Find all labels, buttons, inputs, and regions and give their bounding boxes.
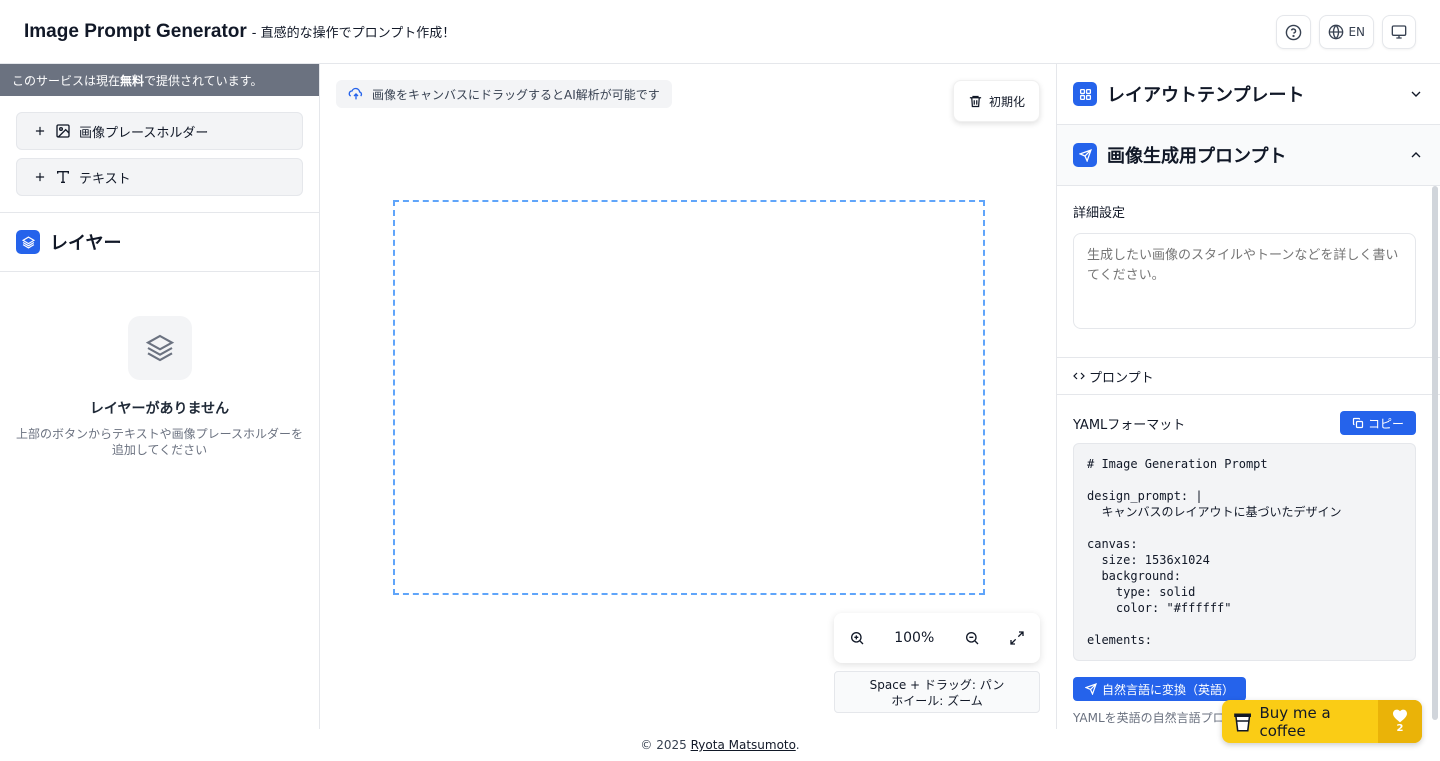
canvas-area: 画像をキャンバスにドラッグするとAI解析が可能です 初期化 100% Space… xyxy=(320,64,1056,729)
plus-icon xyxy=(35,172,45,182)
chevron-up-icon xyxy=(1411,152,1421,158)
layers-icon xyxy=(16,230,40,254)
plus-icon xyxy=(35,126,45,136)
fit-screen-icon[interactable] xyxy=(1009,630,1025,646)
image-prompt-title: 画像生成用プロンプト xyxy=(1107,146,1287,167)
yaml-header: YAMLフォーマット コピー xyxy=(1057,395,1440,435)
buy-me-a-coffee-button[interactable]: Buy me a coffee 2 xyxy=(1222,700,1422,743)
layout-template-title: レイアウトテンプレート xyxy=(1107,85,1305,106)
empty-title: レイヤーがありません xyxy=(89,401,230,417)
author-link[interactable]: Ryota Matsumoto xyxy=(691,738,796,752)
reset-button[interactable]: 初期化 xyxy=(952,80,1040,122)
cloud-upload-icon xyxy=(348,87,363,100)
drag-hint-text: 画像をキャンバスにドラッグするとAI解析が可能です xyxy=(372,87,660,102)
add-image-placeholder-button[interactable]: 画像プレースホルダー xyxy=(16,112,303,150)
display-button[interactable] xyxy=(1382,15,1416,49)
add-text-label: テキスト xyxy=(79,171,131,187)
image-prompt-header[interactable]: 画像生成用プロンプト xyxy=(1057,125,1440,186)
left-sidebar: このサービスは現在 無料 で提供されています。 画像プレースホルダー テキスト レイ… xyxy=(0,64,320,729)
zoom-level: 100% xyxy=(894,630,935,646)
navigation-help: Space + ドラッグ: パン ホイール: ズーム xyxy=(834,671,1040,713)
globe-icon xyxy=(1329,24,1344,40)
detail-settings: 詳細設定 xyxy=(1057,186,1440,349)
send-icon xyxy=(1085,683,1097,695)
layout-template-header[interactable]: レイアウトテンプレート xyxy=(1057,64,1440,125)
copy-button[interactable]: コピー xyxy=(1339,411,1416,435)
copy-icon xyxy=(1352,417,1364,429)
heart-icon xyxy=(1393,709,1407,723)
zoom-help: ホイール: ズーム xyxy=(891,694,983,708)
header-actions: EN xyxy=(1276,15,1416,49)
supporter-count: 2 xyxy=(1396,723,1404,734)
reset-label: 初期化 xyxy=(988,94,1025,109)
chevron-down-icon xyxy=(1411,91,1421,97)
app-subtitle: - 直感的な操作でプロンプト作成！ xyxy=(251,26,456,41)
yaml-code-block: # Image Generation Prompt design_prompt:… xyxy=(1073,443,1416,661)
trash-icon xyxy=(969,95,982,107)
detail-settings-input[interactable] xyxy=(1073,233,1416,329)
free-notice: このサービスは現在 無料 で提供されています。 xyxy=(0,64,319,96)
design-canvas[interactable] xyxy=(393,200,985,595)
layers-empty-state: レイヤーがありません 上部のボタンからテキストや画像プレースホルダーを追加してく… xyxy=(0,272,319,458)
layers-header: レイヤー xyxy=(0,212,319,272)
right-panel-scrollbar[interactable] xyxy=(1432,186,1438,720)
coffee-cup-icon xyxy=(1234,712,1252,732)
copy-label: コピー xyxy=(1367,416,1404,431)
convert-natural-language-button[interactable]: 自然言語に変換（英語） xyxy=(1073,677,1247,701)
app-title: Image Prompt Generator xyxy=(24,20,247,42)
zoom-in-icon[interactable] xyxy=(849,630,865,646)
right-panel: レイアウトテンプレート 画像生成用プロンプト 詳細設定 プロンプト YAMLフォ… xyxy=(1056,64,1440,729)
convert-label: 自然言語に変換（英語） xyxy=(1102,682,1235,697)
prompt-tab[interactable]: プロンプト xyxy=(1057,357,1440,395)
type-icon xyxy=(57,171,69,183)
language-button[interactable]: EN xyxy=(1319,15,1374,49)
help-icon xyxy=(1286,24,1302,40)
yaml-format-label: YAMLフォーマット xyxy=(1073,417,1186,433)
copyright: © 2025 xyxy=(640,738,687,752)
add-image-label: 画像プレースホルダー xyxy=(79,125,209,141)
prompt-tab-label: プロンプト xyxy=(1089,370,1154,386)
code-icon xyxy=(1073,372,1085,380)
coffee-label: Buy me a coffee xyxy=(1259,703,1331,740)
app-header: Image Prompt Generator - 直感的な操作でプロンプト作成！… xyxy=(0,0,1440,64)
zoom-out-icon[interactable] xyxy=(964,630,980,646)
layers-title: レイヤー xyxy=(50,233,122,254)
language-label: EN xyxy=(1348,25,1365,39)
monitor-icon xyxy=(1391,25,1407,39)
empty-description: 上部のボタンからテキストや画像プレースホルダーを追加してください xyxy=(15,427,304,457)
help-button[interactable] xyxy=(1276,15,1312,49)
coffee-supporters: 2 xyxy=(1378,700,1422,743)
drag-hint: 画像をキャンバスにドラッグするとAI解析が可能です xyxy=(336,80,672,108)
image-icon xyxy=(56,124,70,138)
pan-help: Space + ドラッグ: パン xyxy=(869,678,1005,692)
send-icon xyxy=(1073,143,1097,167)
coffee-label-area: Buy me a coffee xyxy=(1222,704,1378,740)
zoom-controls: 100% xyxy=(834,613,1040,663)
layers-empty-icon xyxy=(127,316,192,380)
add-text-button[interactable]: テキスト xyxy=(16,158,303,196)
grid-icon xyxy=(1073,82,1097,106)
detail-settings-label: 詳細設定 xyxy=(1073,206,1126,221)
